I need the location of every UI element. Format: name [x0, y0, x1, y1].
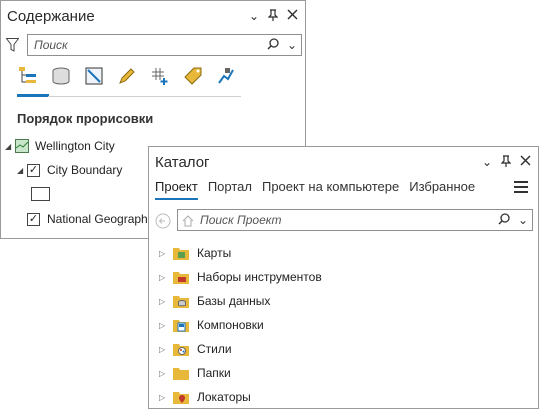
list-item[interactable]: ▷ Компоновки	[159, 313, 322, 337]
catalog-search[interactable]: ⌄	[177, 209, 533, 231]
toolboxes-folder-icon	[173, 270, 189, 284]
contents-toolbar	[17, 65, 237, 87]
tab-favorites[interactable]: Избранное	[409, 179, 475, 200]
layouts-folder-icon	[173, 318, 189, 332]
list-item[interactable]: ▷ Карты	[159, 241, 322, 265]
list-item-label: Базы данных	[197, 294, 271, 308]
charts-icon[interactable]	[215, 65, 237, 87]
active-tab-indicator	[17, 94, 49, 97]
pin-icon[interactable]	[266, 9, 280, 23]
catalog-search-input[interactable]	[178, 210, 532, 230]
folders-folder-icon	[173, 366, 189, 380]
triangle-down-icon[interactable]: ◢	[5, 142, 15, 151]
catalog-title: Каталог	[155, 154, 210, 171]
expand-icon[interactable]: ▷	[159, 369, 173, 378]
filter-icon[interactable]	[5, 38, 20, 57]
list-item-label: Карты	[197, 246, 232, 260]
catalog-tabs: Проект Портал Проект на компьютере Избра…	[155, 179, 475, 200]
expand-icon[interactable]: ▷	[159, 273, 173, 282]
layer-tree-item[interactable]: ✓ National Geographi	[27, 212, 150, 226]
chevron-down-icon[interactable]: ⌄	[480, 155, 494, 169]
search-icon[interactable]	[498, 213, 510, 228]
close-icon[interactable]	[285, 9, 299, 23]
tab-computer[interactable]: Проект на компьютере	[262, 179, 399, 200]
layer-name: City Boundary	[47, 163, 123, 177]
locators-folder-icon	[173, 390, 189, 404]
list-item[interactable]: ▷ Стили	[159, 337, 322, 361]
editing-icon[interactable]	[116, 65, 138, 87]
search-icon[interactable]	[267, 38, 279, 53]
close-icon[interactable]	[518, 155, 532, 169]
expand-icon[interactable]: ▷	[159, 345, 173, 354]
drawing-order-icon[interactable]	[17, 65, 39, 87]
expand-icon[interactable]: ▷	[159, 393, 173, 402]
databases-folder-icon	[173, 294, 189, 308]
layer-visibility-checkbox[interactable]: ✓	[27, 163, 40, 177]
contents-search[interactable]: ⌄	[27, 34, 302, 56]
layer-tree-item[interactable]: ◢ ✓ City Boundary	[17, 163, 122, 177]
home-icon[interactable]	[182, 214, 194, 232]
expand-icon[interactable]: ▷	[159, 297, 173, 306]
toolbar-divider	[48, 96, 241, 97]
data-source-icon[interactable]	[50, 65, 72, 87]
list-item-label: Наборы инструментов	[197, 270, 322, 284]
polygon-symbol-icon[interactable]	[31, 187, 50, 201]
chevron-down-icon[interactable]: ⌄	[247, 9, 261, 23]
snapping-icon[interactable]	[149, 65, 171, 87]
labeling-icon[interactable]	[182, 65, 204, 87]
styles-folder-icon	[173, 342, 189, 356]
menu-icon[interactable]	[514, 181, 528, 196]
list-item[interactable]: ▷ Наборы инструментов	[159, 265, 322, 289]
back-arrow-icon[interactable]	[155, 213, 171, 234]
catalog-window-controls: ⌄	[480, 155, 532, 169]
contents-window-controls: ⌄	[247, 9, 299, 23]
map-icon	[15, 139, 29, 153]
maps-folder-icon	[173, 246, 189, 260]
pin-icon[interactable]	[499, 155, 513, 169]
map-name: Wellington City	[35, 139, 115, 153]
selection-icon[interactable]	[83, 65, 105, 87]
expand-icon[interactable]: ▷	[159, 249, 173, 258]
list-item-label: Стили	[197, 342, 232, 356]
contents-search-input[interactable]	[28, 35, 301, 55]
chevron-down-icon[interactable]: ⌄	[518, 213, 528, 228]
list-item-label: Компоновки	[197, 318, 264, 332]
chevron-down-icon[interactable]: ⌄	[287, 38, 297, 53]
tab-project[interactable]: Проект	[155, 179, 198, 200]
list-item[interactable]: ▷ Локаторы	[159, 385, 322, 408]
catalog-pane: Каталог ⌄ Проект Портал Проект на компью…	[148, 146, 539, 409]
catalog-list: ▷ Карты ▷ Наборы инструментов ▷ Базы дан…	[159, 241, 322, 408]
map-tree-item[interactable]: ◢ Wellington City	[5, 139, 115, 153]
tab-portal[interactable]: Портал	[208, 179, 252, 200]
list-item-label: Папки	[197, 366, 231, 380]
list-item[interactable]: ▷ Папки	[159, 361, 322, 385]
contents-title: Содержание	[7, 8, 95, 25]
expand-icon[interactable]: ▷	[159, 321, 173, 330]
list-item-label: Локаторы	[197, 390, 251, 404]
layer-visibility-checkbox[interactable]: ✓	[27, 212, 40, 226]
layer-name: National Geographi	[47, 212, 151, 226]
list-item[interactable]: ▷ Базы данных	[159, 289, 322, 313]
section-heading: Порядок прорисовки	[17, 111, 154, 126]
triangle-down-icon[interactable]: ◢	[17, 166, 27, 175]
